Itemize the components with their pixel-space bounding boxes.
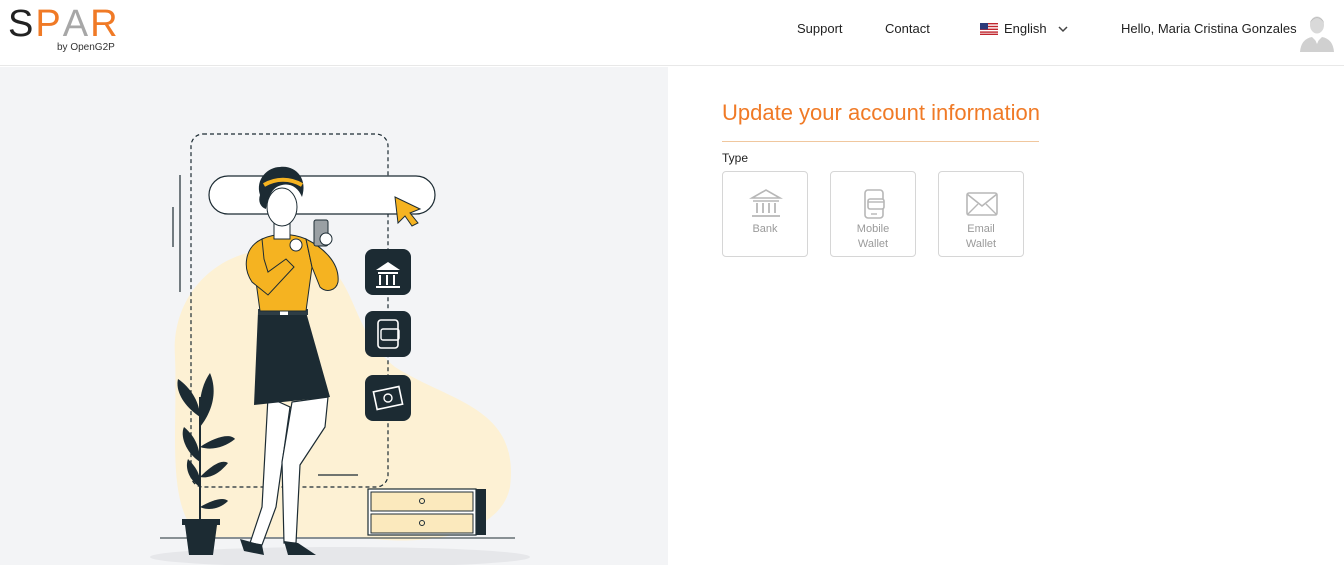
woman-with-phone-illustration — [150, 133, 530, 565]
logo-subtitle: by OpenG2P — [57, 42, 115, 53]
logo-wordmark: S P A R — [8, 4, 128, 44]
logo-letter: A — [62, 3, 91, 45]
type-option-email-wallet[interactable]: Email Wallet — [938, 171, 1024, 257]
contact-link[interactable]: Contact — [885, 21, 930, 36]
spar-logo[interactable]: S P A R by OpenG2P — [8, 4, 128, 60]
title-divider — [722, 141, 1039, 142]
type-label: Type — [722, 151, 749, 165]
support-link[interactable]: Support — [797, 21, 843, 36]
logo-letter: S — [8, 3, 36, 45]
language-label: English — [1004, 21, 1047, 36]
mobile-wallet-icon — [864, 189, 885, 219]
account-form-panel: Update your account information Type Ban… — [668, 67, 1344, 565]
language-selector[interactable]: English — [980, 21, 1069, 36]
chevron-down-icon — [1058, 25, 1068, 32]
logo-letter: R — [90, 3, 120, 45]
email-icon — [966, 192, 998, 216]
us-flag-icon — [980, 22, 998, 35]
type-option-label: Email Wallet — [965, 223, 997, 250]
logo-letter: P — [35, 3, 63, 45]
user-avatar-icon[interactable] — [1297, 12, 1337, 52]
type-option-mobile-wallet[interactable]: Mobile Wallet — [830, 171, 916, 257]
top-header: S P A R by OpenG2P Support Contact Engli… — [0, 0, 1344, 66]
user-greeting: Hello, Maria Cristina Gonzales — [1121, 21, 1297, 36]
type-option-label: Mobile Wallet — [856, 223, 890, 250]
type-option-label: Bank — [752, 223, 778, 235]
page-title: Update your account information — [722, 100, 1040, 125]
bank-icon — [749, 189, 783, 217]
type-option-bank[interactable]: Bank — [722, 171, 808, 257]
illustration-panel — [0, 67, 668, 565]
